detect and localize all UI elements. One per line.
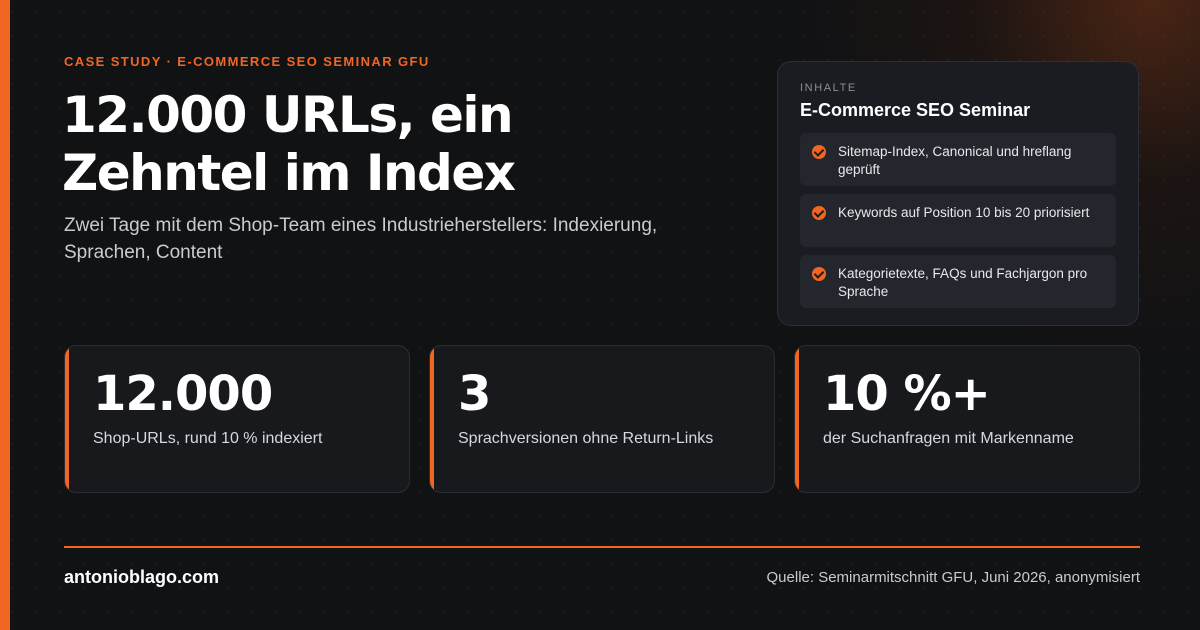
content-card-title: E-Commerce SEO Seminar <box>800 100 1031 120</box>
footer-divider <box>64 546 1140 548</box>
stat-card-languages: 3 Sprachversionen ohne Return-Links <box>429 345 775 493</box>
stat-label: Sprachversionen ohne Return-Links <box>458 430 714 447</box>
content-card-kicker: INHALTE <box>800 82 857 94</box>
content-item: Sitemap-Index, Canonical und hreflang ge… <box>800 133 1116 186</box>
content-card: INHALTE E-Commerce SEO Seminar Sitemap-I… <box>777 61 1139 326</box>
subline: Zwei Tage mit dem Shop-Team eines Indust… <box>64 215 658 263</box>
check-circle-icon <box>812 267 826 281</box>
content-item-text: Sitemap-Index, Canonical und hreflang ge… <box>838 144 1072 177</box>
headline: 12.000 URLs, ein Zehntel im Index <box>62 86 516 202</box>
footer-domain: antonioblago.com <box>64 567 219 587</box>
stat-value: 10 %+ <box>823 366 991 422</box>
content-item: Keywords auf Position 10 bis 20 priorisi… <box>800 194 1116 247</box>
content-list: Sitemap-Index, Canonical und hreflang ge… <box>800 133 1116 308</box>
check-circle-icon <box>812 206 826 220</box>
stat-label: Shop-URLs, rund 10 % indexiert <box>93 430 323 447</box>
stat-label: der Suchanfragen mit Markenname <box>823 430 1074 447</box>
content-item: Kategorietexte, FAQs und Fachjargon pro … <box>800 255 1116 308</box>
content-item-text: Keywords auf Position 10 bis 20 priorisi… <box>838 205 1090 220</box>
footer-source: Quelle: Seminarmitschnitt GFU, Juni 2026… <box>766 569 1140 586</box>
check-circle-icon <box>812 145 826 159</box>
stat-card-brand-queries: 10 %+ der Suchanfragen mit Markenname <box>794 345 1140 493</box>
stat-card-urls: 12.000 Shop-URLs, rund 10 % indexiert <box>64 345 410 493</box>
left-accent-bar <box>0 0 10 630</box>
stat-value: 12.000 <box>93 366 273 422</box>
stat-value: 3 <box>458 366 491 422</box>
eyebrow-label: CASE STUDY · E-COMMERCE SEO SEMINAR GFU <box>64 54 430 69</box>
content-item-text: Kategorietexte, FAQs und Fachjargon pro … <box>838 266 1088 299</box>
